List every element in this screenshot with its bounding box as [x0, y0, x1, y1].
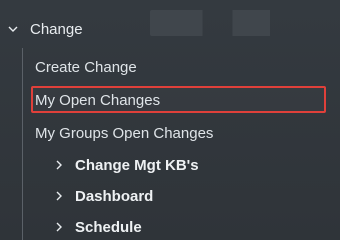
- menu-folder-dashboard[interactable]: Dashboard: [52, 181, 153, 211]
- menu-item-label: My Open Changes: [35, 91, 161, 109]
- menu-item-my-open-changes[interactable]: My Open Changes: [35, 85, 160, 115]
- chevron-right-icon[interactable]: [52, 189, 66, 203]
- chevron-right-icon[interactable]: [52, 158, 66, 172]
- menu-parent-label: Change: [30, 20, 83, 38]
- menu-folder-label: Dashboard: [75, 187, 154, 205]
- background-header-ghost: [150, 10, 300, 36]
- menu-folder-change-mgt-kbs[interactable]: Change Mgt KB's: [52, 150, 199, 180]
- menu-item-label: Create Change: [35, 58, 137, 76]
- tree-guide-line: [22, 48, 23, 240]
- chevron-down-icon[interactable]: [6, 22, 20, 36]
- menu-folder-label: Schedule: [75, 218, 142, 236]
- menu-item-create-change[interactable]: Create Change: [35, 52, 137, 82]
- navigator-panel: Change Create Change My Open Changes My …: [0, 0, 340, 240]
- menu-folder-schedule[interactable]: Schedule: [52, 212, 142, 240]
- menu-item-my-groups-open-changes[interactable]: My Groups Open Changes: [35, 118, 213, 148]
- chevron-right-icon[interactable]: [52, 220, 66, 234]
- menu-parent-change[interactable]: Change: [6, 14, 83, 44]
- menu-folder-label: Change Mgt KB's: [75, 156, 199, 174]
- menu-item-label: My Groups Open Changes: [35, 124, 214, 142]
